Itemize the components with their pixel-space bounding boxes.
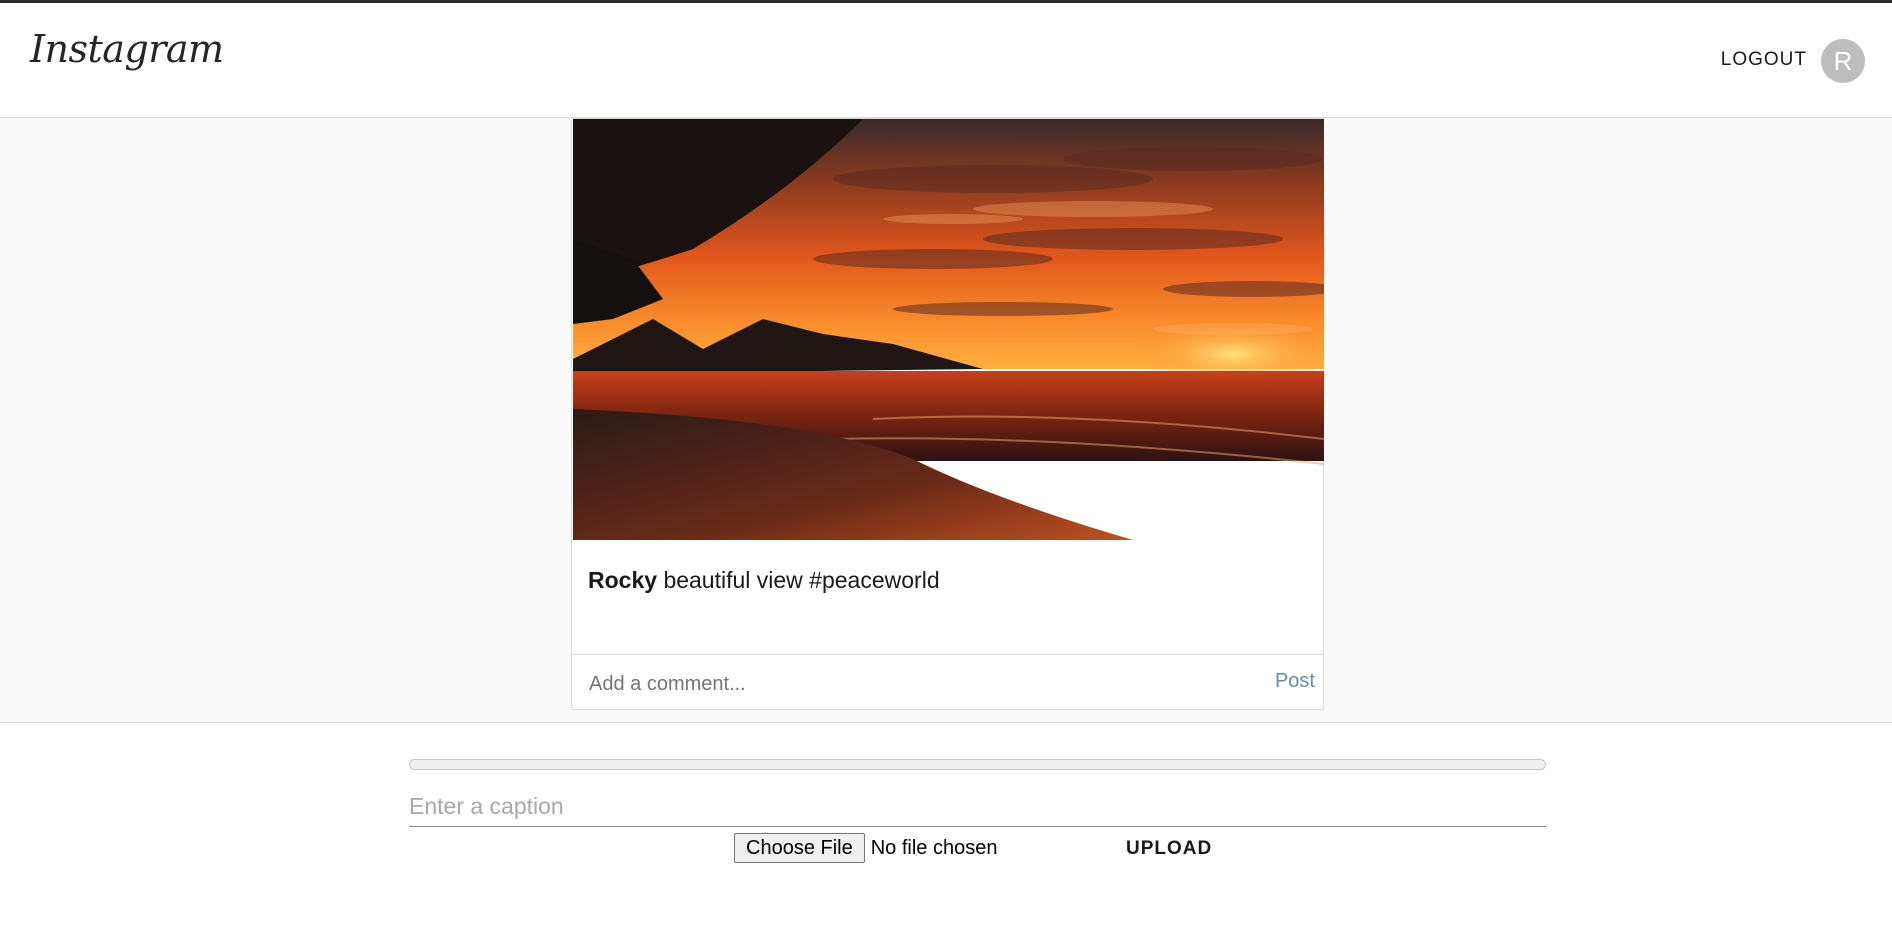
upload-button[interactable]: UPLOAD: [1126, 838, 1212, 860]
app-header: Instagram LOGOUT R: [0, 3, 1892, 118]
comment-bar: Post: [572, 654, 1323, 711]
avatar[interactable]: R: [1821, 39, 1865, 83]
logout-button[interactable]: LOGOUT: [1721, 49, 1807, 71]
file-status: No file chosen: [870, 836, 998, 859]
comment-input[interactable]: [587, 667, 1231, 701]
upload-form: Choose File No file chosen UPLOAD: [0, 723, 1892, 931]
file-picker: Choose File No file chosen: [734, 832, 997, 864]
upload-progress-bar: [409, 759, 1546, 770]
post-caption: Rocky beautiful view #peaceworld: [588, 567, 940, 594]
post-username[interactable]: Rocky: [588, 567, 657, 593]
caption-input[interactable]: [409, 787, 1546, 827]
post-caption-text: beautiful view #peaceworld: [663, 567, 940, 593]
feed: Rocky beautiful view #peaceworld Post: [0, 118, 1892, 723]
post-comment-button[interactable]: Post: [1275, 670, 1315, 693]
instagram-logo[interactable]: Instagram: [30, 27, 224, 71]
sunset-beach-photo: [573, 119, 1324, 540]
choose-file-button[interactable]: Choose File: [734, 833, 865, 863]
post-card: Rocky beautiful view #peaceworld Post: [571, 118, 1324, 710]
post-image: [573, 119, 1324, 540]
